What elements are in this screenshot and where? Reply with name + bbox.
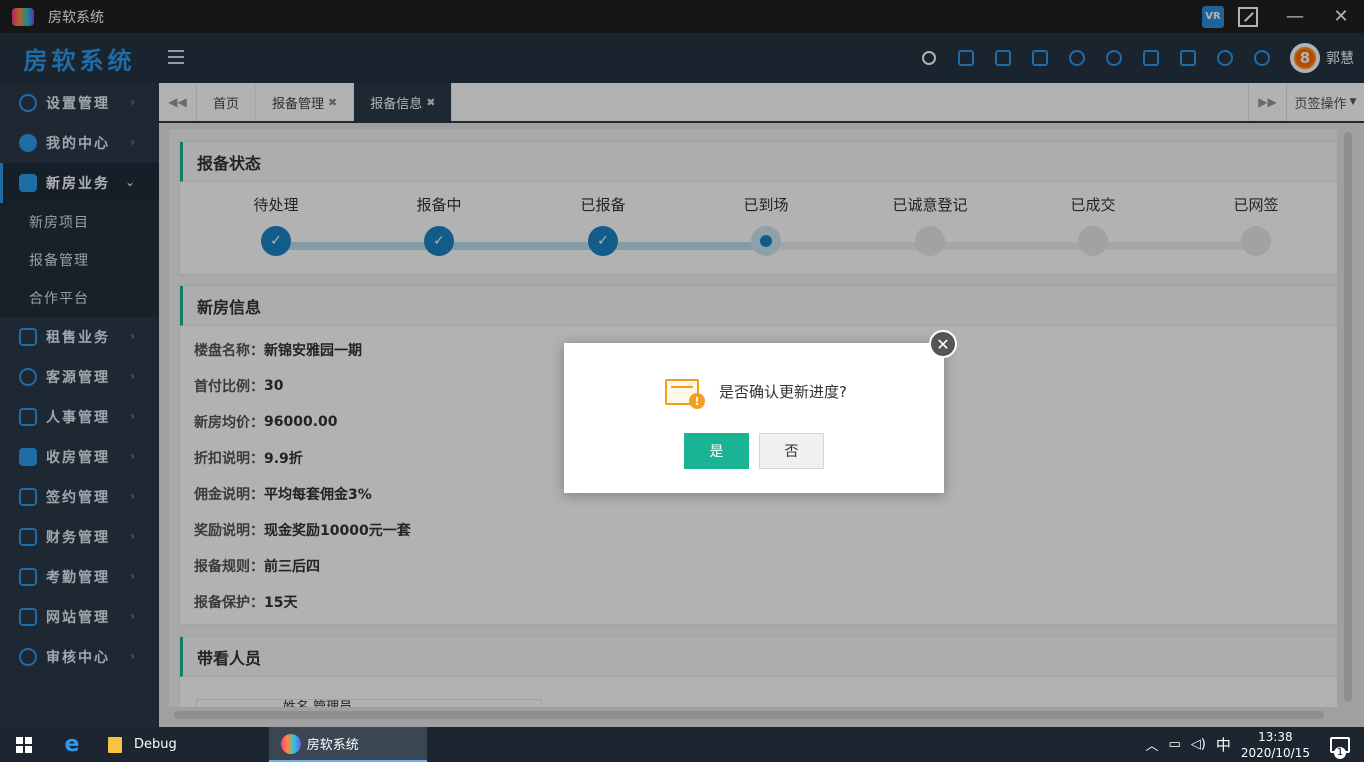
ime-indicator[interactable]: 中 bbox=[1216, 734, 1231, 755]
taskbar-item-label: 房软系统 bbox=[306, 738, 359, 753]
os-taskbar: e Debug 房软系统 ︿ ▭ ◁) 中 13:38 2020/10/15 1 bbox=[0, 727, 1364, 762]
clock-time: 13:38 bbox=[1258, 729, 1293, 744]
windows-start-icon[interactable] bbox=[0, 727, 48, 762]
edge-browser-icon[interactable]: e bbox=[48, 727, 96, 762]
app-logo-icon bbox=[280, 733, 301, 754]
clock-date: 2020/10/15 bbox=[1240, 745, 1310, 760]
taskbar-item-label: Debug bbox=[134, 737, 177, 752]
volume-icon[interactable]: ◁) bbox=[1191, 737, 1206, 752]
folder-icon bbox=[108, 736, 122, 753]
yes-button[interactable]: 是 bbox=[684, 433, 749, 469]
no-button[interactable]: 否 bbox=[759, 433, 824, 469]
taskbar-item-debug[interactable]: Debug bbox=[96, 727, 189, 762]
confirm-dialog: ✕ ! 是否确认更新进度? 是 否 bbox=[564, 330, 957, 493]
taskbar-item-app[interactable]: 房软系统 bbox=[268, 727, 427, 762]
network-icon[interactable]: ▭ bbox=[1168, 737, 1180, 752]
warning-icon: ! bbox=[661, 373, 707, 409]
notification-icon[interactable]: 1 bbox=[1330, 736, 1350, 759]
system-tray: ︿ ▭ ◁) 中 13:38 2020/10/15 1 bbox=[1145, 727, 1364, 762]
close-icon[interactable]: ✕ bbox=[929, 330, 957, 358]
notification-count: 1 bbox=[1334, 746, 1346, 759]
clock[interactable]: 13:38 2020/10/15 bbox=[1241, 729, 1310, 761]
dialog-message: 是否确认更新进度? bbox=[719, 382, 847, 401]
chevron-up-icon[interactable]: ︿ bbox=[1145, 735, 1158, 754]
